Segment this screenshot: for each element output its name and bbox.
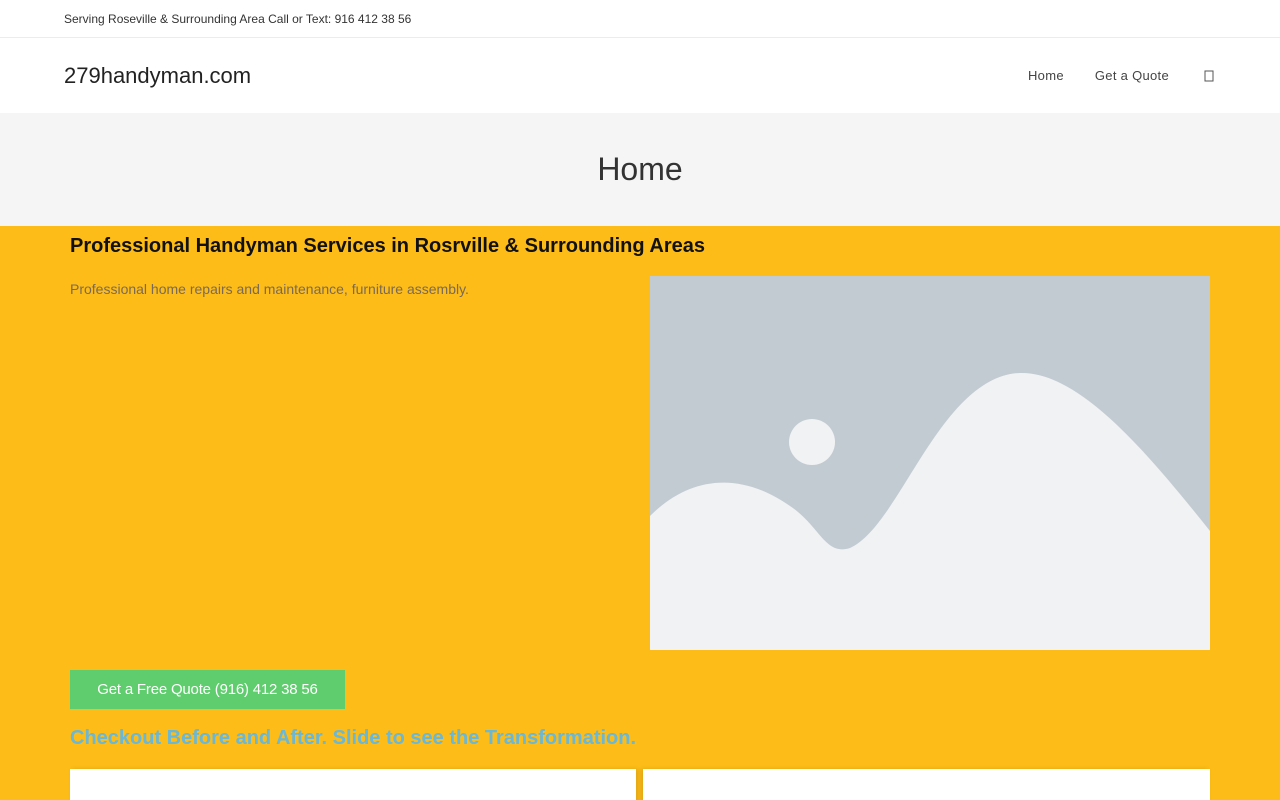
hero-section: Professional Handyman Services in Rosrvi… bbox=[0, 226, 1280, 800]
top-info-text: Serving Roseville & Surrounding Area Cal… bbox=[64, 11, 412, 26]
site-header: 279handyman.com Home Get a Quote bbox=[0, 38, 1280, 113]
free-quote-button[interactable]: Get a Free Quote (916) 412 38 56 bbox=[70, 670, 345, 709]
before-after-heading: Checkout Before and After. Slide to see … bbox=[70, 727, 637, 749]
nav-home[interactable]: Home bbox=[1028, 68, 1064, 83]
top-info-bar: Serving Roseville & Surrounding Area Cal… bbox=[0, 0, 1280, 38]
search-icon[interactable] bbox=[1204, 70, 1216, 82]
nav-get-a-quote[interactable]: Get a Quote bbox=[1095, 68, 1169, 83]
site-logo[interactable]: 279handyman.com bbox=[64, 63, 251, 89]
before-image-panel[interactable] bbox=[70, 769, 636, 800]
page-header: Home bbox=[0, 113, 1280, 226]
main-nav: Home Get a Quote bbox=[1028, 68, 1216, 83]
page-title: Home bbox=[597, 151, 683, 187]
image-placeholder-icon bbox=[650, 276, 1210, 650]
hero-description: Professional home repairs and maintenanc… bbox=[70, 281, 469, 297]
hero-title: Professional Handyman Services in Rosrvi… bbox=[70, 235, 706, 257]
after-image-panel[interactable] bbox=[643, 769, 1210, 800]
